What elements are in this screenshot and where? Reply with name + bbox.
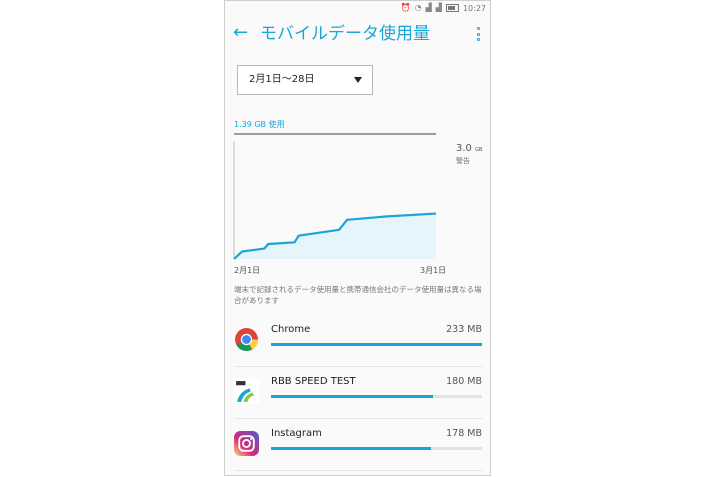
alarm-icon: ⏰ <box>400 3 411 12</box>
chrome-icon <box>235 328 258 351</box>
app-size: 180 MB <box>446 376 482 387</box>
date-range-value: 2月1日〜28日 <box>249 74 315 85</box>
instagram-icon <box>234 431 259 456</box>
app-name: Chrome <box>271 324 311 335</box>
usage-bar-fill <box>271 447 432 450</box>
usage-disclaimer: 端末で記録されるデータ使用量と携帯通信会社のデータ使用量は異なる場合があります <box>234 285 482 305</box>
page-title: モバイルデータ使用量 <box>260 24 430 44</box>
x-start-label: 2月1日 <box>234 266 261 275</box>
status-time: 10:27 <box>462 3 486 13</box>
usage-chart[interactable] <box>225 131 491 281</box>
dropdown-arrow-icon <box>354 77 362 83</box>
signal-icon: ▟ <box>425 3 432 12</box>
signal-2-icon: ▟ <box>435 3 442 12</box>
app-bar: ← モバイルデータ使用量 <box>225 19 490 49</box>
wifi-icon: ◔ <box>414 3 422 12</box>
date-range-dropdown[interactable]: 2月1日〜28日 <box>237 65 373 95</box>
app-row-instagram[interactable]: Instagram 178 MB <box>225 419 490 471</box>
app-size: 178 MB <box>446 428 482 439</box>
rbb-speed-test-icon <box>234 379 259 404</box>
app-size: 233 MB <box>446 324 482 335</box>
app-row-chrome[interactable]: Chrome 233 MB <box>225 315 490 367</box>
warning-label: 警告 <box>456 157 470 165</box>
app-name: RBB SPEED TEST <box>271 376 356 387</box>
phone-screen: ⏰ ◔ ▟ ▟ 10:27 ← モバイルデータ使用量 2月1日〜28日 1.39… <box>224 0 491 476</box>
app-name: Instagram <box>271 428 322 439</box>
more-options-icon[interactable] <box>477 27 481 41</box>
usage-bar-fill <box>271 395 434 398</box>
battery-icon <box>445 4 459 12</box>
usage-bar-fill <box>271 343 482 346</box>
app-row-rbb-speed-test[interactable]: RBB SPEED TEST 180 MB <box>225 367 490 419</box>
status-bar: ⏰ ◔ ▟ ▟ 10:27 <box>225 1 490 15</box>
warning-value: 3.0 GB <box>456 143 483 154</box>
usage-bar-track <box>271 447 482 450</box>
x-end-label: 3月1日 <box>420 266 447 275</box>
back-arrow-icon[interactable]: ← <box>233 23 248 43</box>
usage-bar-track <box>271 343 482 346</box>
usage-area <box>234 213 436 259</box>
usage-bar-track <box>271 395 482 398</box>
divider <box>234 470 483 471</box>
used-amount: 1.39 GB 使用 <box>234 120 285 129</box>
